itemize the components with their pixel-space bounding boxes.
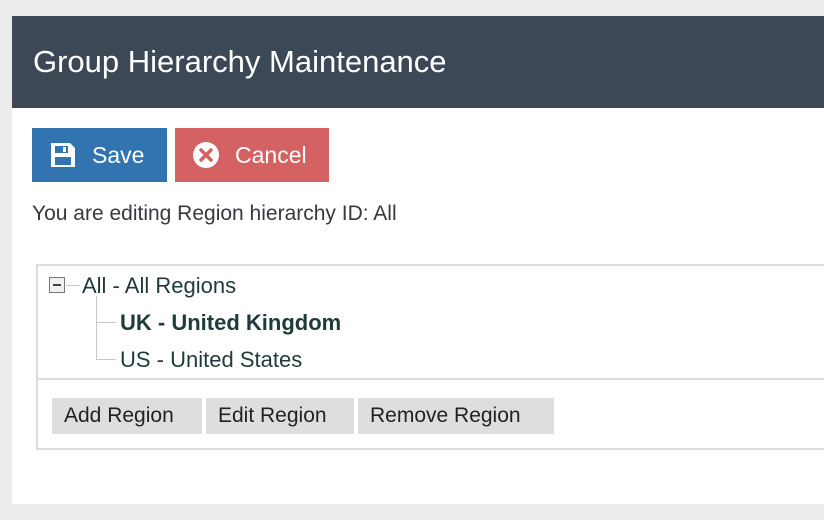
save-button[interactable]: Save xyxy=(32,128,167,182)
region-actions: Add Region Edit Region Remove Region xyxy=(38,380,824,450)
tree-node-all-regions[interactable]: All - All Regions xyxy=(82,273,236,299)
cancel-button-label: Cancel xyxy=(235,142,307,168)
cancel-button[interactable]: Cancel xyxy=(175,128,329,182)
region-tree: All - All Regions UK - United Kingdom US… xyxy=(38,266,824,380)
add-region-button[interactable]: Add Region xyxy=(52,398,202,434)
tree-node-us[interactable]: US - United States xyxy=(120,347,302,373)
page-title: Group Hierarchy Maintenance xyxy=(12,16,824,108)
edit-region-button[interactable]: Edit Region xyxy=(206,398,354,434)
tree-node-uk[interactable]: UK - United Kingdom xyxy=(120,310,341,336)
tree-connector-line xyxy=(96,359,116,360)
tree-connector-line xyxy=(66,285,80,286)
floppy-disk-icon xyxy=(51,143,75,167)
save-button-label: Save xyxy=(92,142,145,168)
maintenance-window: Group Hierarchy Maintenance Save Cancel … xyxy=(12,16,824,504)
collapse-toggle-icon[interactable] xyxy=(49,277,65,293)
remove-region-button[interactable]: Remove Region xyxy=(358,398,554,434)
hierarchy-panel: All - All Regions UK - United Kingdom US… xyxy=(36,264,824,450)
editing-info-text: You are editing Region hierarchy ID: All xyxy=(32,202,397,225)
x-circle-icon xyxy=(193,142,219,168)
tree-connector-line xyxy=(96,296,97,359)
tree-connector-line xyxy=(96,322,116,323)
